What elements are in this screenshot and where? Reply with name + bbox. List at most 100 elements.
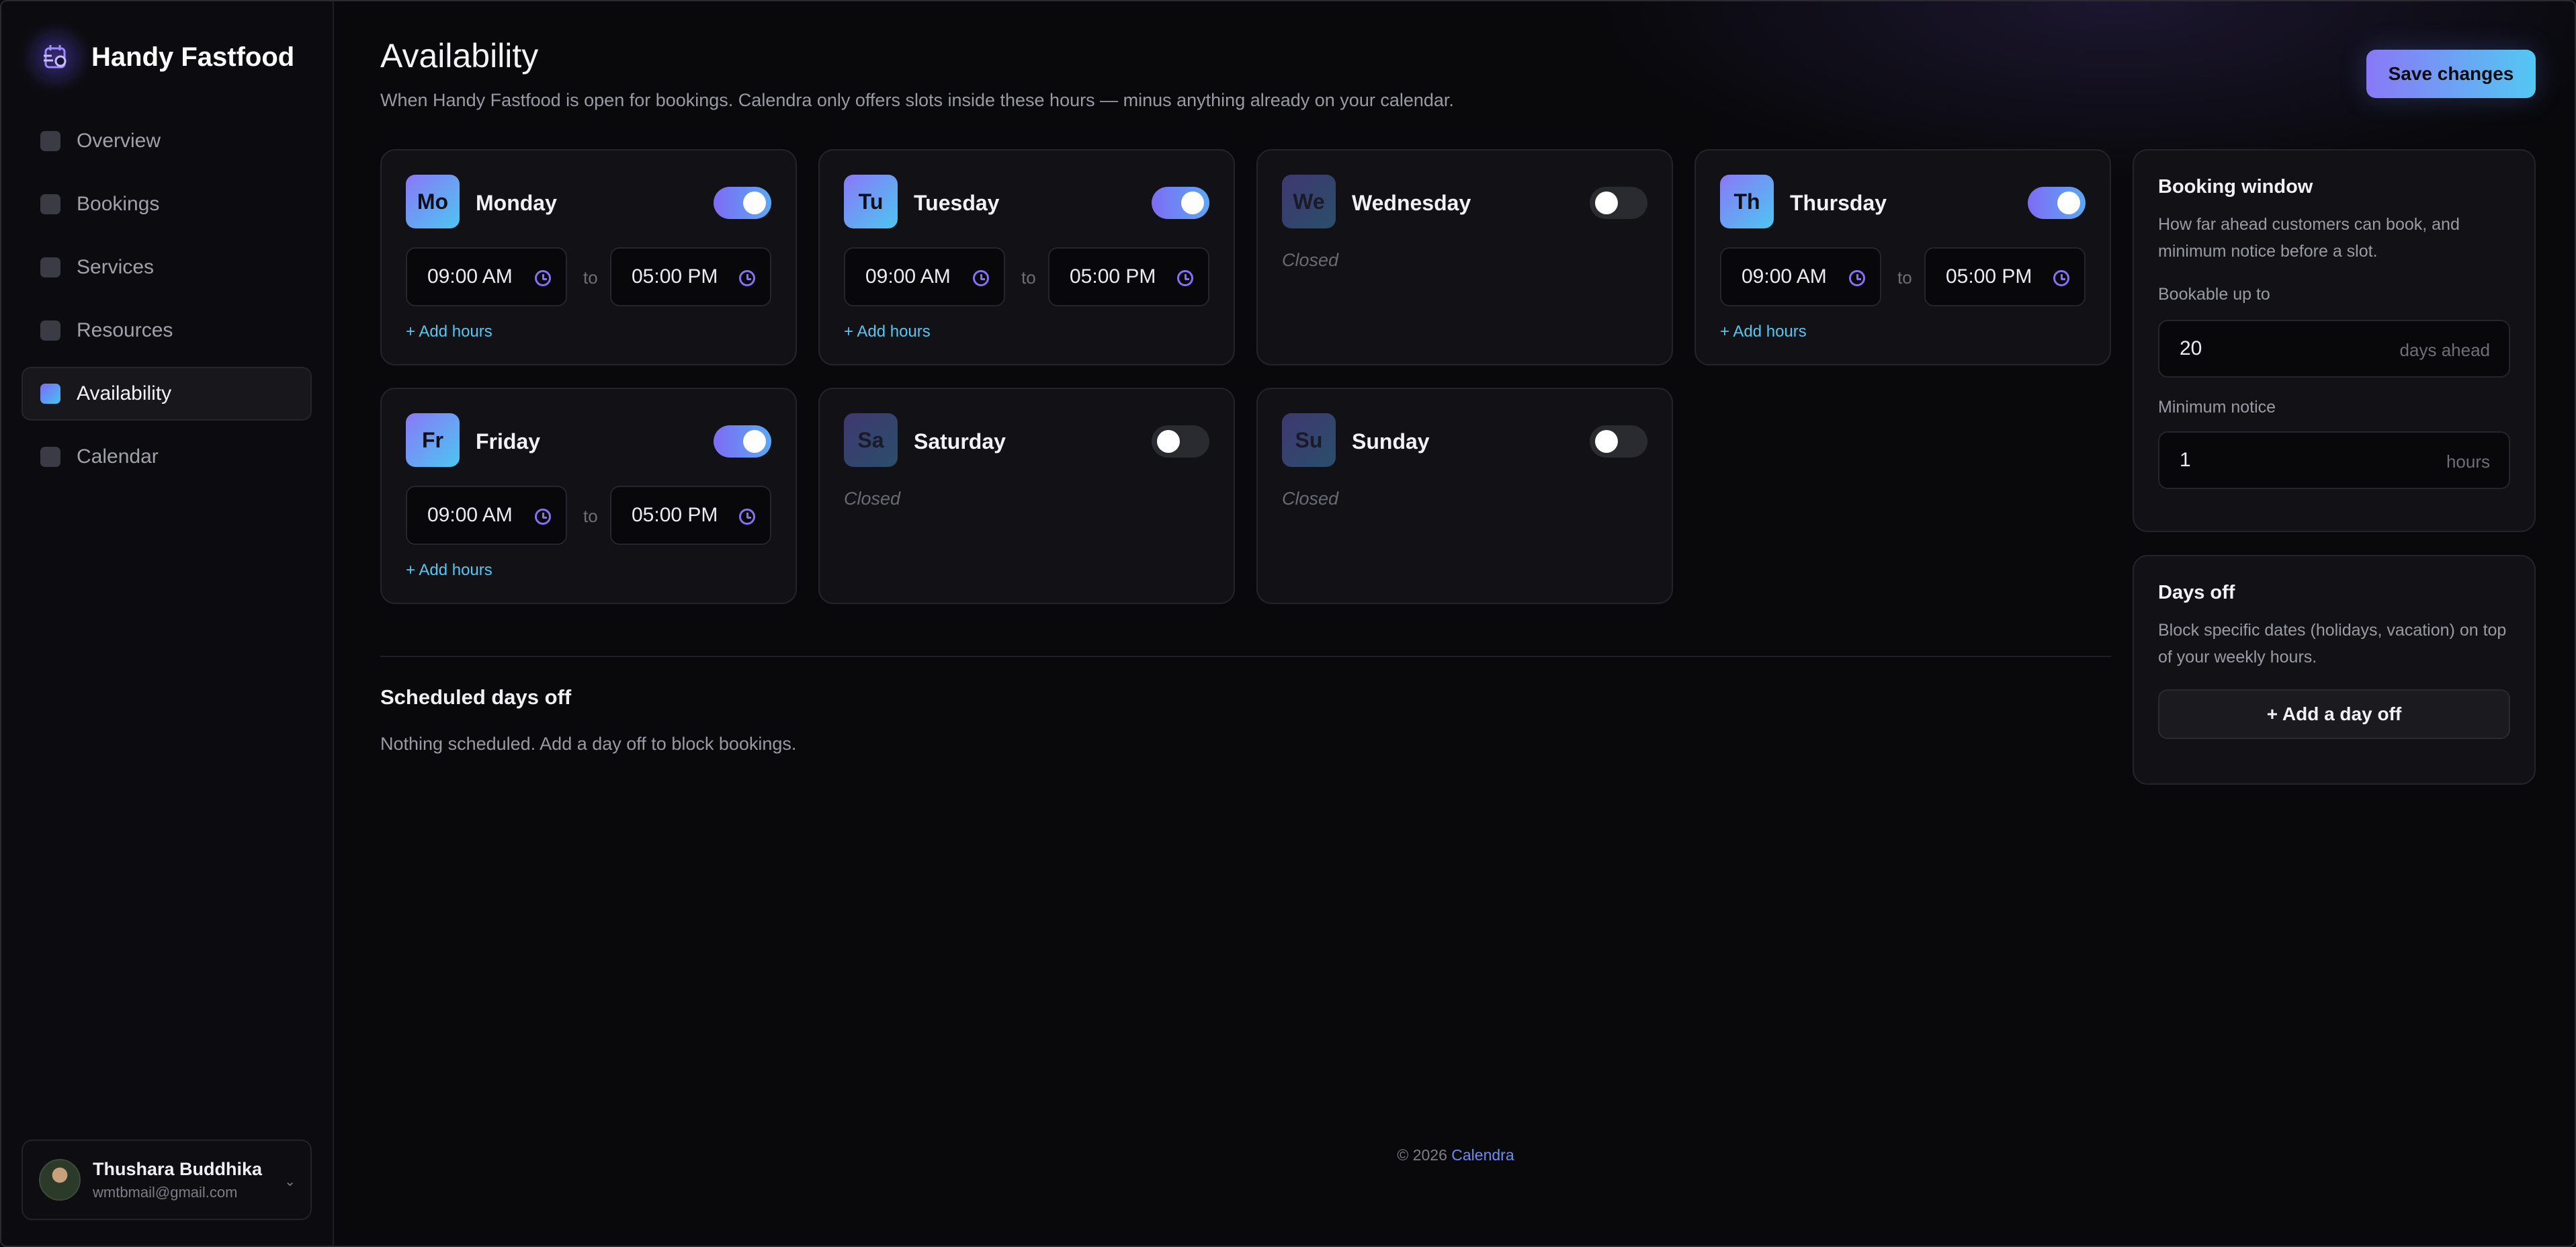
day-badge: Su (1282, 413, 1336, 467)
end-time-value: 05:00 PM (632, 504, 718, 526)
clock-icon[interactable] (739, 509, 755, 525)
brand[interactable]: Handy Fastfood (32, 34, 294, 81)
sidebar: Handy Fastfood Overview Bookings Service… (1, 1, 334, 1246)
sidebar-item-label: Overview (77, 130, 161, 152)
resources-icon (40, 320, 60, 341)
day-name: Saturday (914, 429, 1006, 454)
sidebar-item-calendar[interactable]: Calendar (22, 430, 312, 484)
save-changes-button[interactable]: Save changes (2366, 50, 2536, 98)
brand-logo-icon (32, 34, 79, 81)
sidebar-item-label: Availability (77, 382, 172, 404)
clock-icon[interactable] (973, 270, 989, 286)
footer-copyright: © 2026 (1397, 1146, 1447, 1164)
day-card-monday: Mo Monday 09:00 AM to 05:00 PM + Add hou… (380, 149, 797, 366)
day-badge: Mo (406, 175, 460, 228)
add-hours-link[interactable]: + Add hours (406, 561, 492, 580)
clock-icon[interactable] (535, 270, 551, 286)
start-time-input[interactable]: 09:00 AM (844, 247, 1005, 306)
start-time-input[interactable]: 09:00 AM (406, 486, 567, 545)
start-time-value: 09:00 AM (865, 265, 951, 288)
day-toggle-thursday[interactable] (2028, 187, 2086, 219)
day-name: Tuesday (914, 191, 1000, 215)
minimum-notice-suffix: hours (2446, 452, 2490, 472)
day-toggle-friday[interactable] (714, 425, 771, 458)
closed-label: Closed (1282, 250, 1339, 270)
sidebar-nav: Overview Bookings Services Resources Ava… (22, 114, 312, 493)
to-label: to (583, 267, 598, 288)
avatar (39, 1159, 81, 1201)
overview-icon (40, 131, 60, 151)
end-time-value: 05:00 PM (1946, 265, 2032, 288)
start-time-value: 09:00 AM (427, 504, 513, 526)
sidebar-item-overview[interactable]: Overview (22, 114, 312, 168)
sidebar-item-availability[interactable]: Availability (22, 367, 312, 421)
day-badge: We (1282, 175, 1336, 228)
bookable-days-value: 20 (2180, 337, 2202, 359)
bookable-days-suffix: days ahead (2399, 340, 2490, 360)
page-subtitle: When Handy Fastfood is open for bookings… (380, 90, 1454, 110)
booking-window-title: Booking window (2158, 176, 2313, 198)
sidebar-item-label: Calendar (77, 445, 159, 468)
calendar-icon (40, 447, 60, 467)
day-card-wednesday: We Wednesday Closed (1256, 149, 1673, 366)
add-hours-link[interactable]: + Add hours (1720, 322, 1807, 341)
start-time-value: 09:00 AM (1742, 265, 1827, 288)
clock-icon[interactable] (535, 509, 551, 525)
to-label: to (1897, 267, 1912, 288)
user-info: Thushara Buddhika wmtbmail@gmail.com (93, 1159, 262, 1201)
bookable-label: Bookable up to (2158, 285, 2270, 304)
minimum-notice-input[interactable]: 1 hours (2158, 431, 2510, 489)
days-off-desc: Block specific dates (holidays, vacation… (2158, 621, 2507, 666)
clock-icon[interactable] (739, 270, 755, 286)
clock-icon[interactable] (1177, 270, 1193, 286)
day-badge: Tu (844, 175, 898, 228)
add-hours-link[interactable]: + Add hours (406, 322, 492, 341)
sidebar-item-label: Resources (77, 319, 173, 341)
day-card-sunday: Su Sunday Closed (1256, 388, 1673, 604)
end-time-input[interactable]: 05:00 PM (610, 247, 771, 306)
start-time-input[interactable]: 09:00 AM (1720, 247, 1881, 306)
availability-icon (40, 384, 60, 404)
day-toggle-wednesday[interactable] (1590, 187, 1647, 219)
calendar-clock-icon (44, 45, 67, 69)
end-time-input[interactable]: 05:00 PM (610, 486, 771, 545)
day-card-friday: Fr Friday 09:00 AM to 05:00 PM + Add hou… (380, 388, 797, 604)
day-toggle-saturday[interactable] (1152, 425, 1209, 458)
day-card-tuesday: Tu Tuesday 09:00 AM to 05:00 PM + Add ho… (818, 149, 1235, 366)
day-toggle-sunday[interactable] (1590, 425, 1647, 458)
app-window: Handy Fastfood Overview Bookings Service… (0, 0, 2576, 1247)
scheduled-days-off-empty: Nothing scheduled. Add a day off to bloc… (380, 734, 797, 754)
days-off-card: Days off Block specific dates (holidays,… (2133, 555, 2536, 785)
day-name: Monday (476, 191, 557, 215)
brand-name: Handy Fastfood (91, 42, 295, 72)
days-off-title: Days off (2158, 582, 2235, 603)
bookings-icon (40, 194, 60, 214)
booking-window-card: Booking window How far ahead customers c… (2133, 149, 2536, 532)
end-time-input[interactable]: 05:00 PM (1924, 247, 2086, 306)
sidebar-item-resources[interactable]: Resources (22, 304, 312, 357)
start-time-input[interactable]: 09:00 AM (406, 247, 567, 306)
sidebar-item-services[interactable]: Services (22, 241, 312, 294)
clock-icon[interactable] (2053, 270, 2069, 286)
end-time-input[interactable]: 05:00 PM (1048, 247, 1209, 306)
add-day-off-button[interactable]: + Add a day off (2158, 689, 2510, 739)
closed-label: Closed (844, 488, 901, 509)
minimum-notice-value: 1 (2180, 449, 2191, 471)
day-toggle-tuesday[interactable] (1152, 187, 1209, 219)
bookable-days-input[interactable]: 20 days ahead (2158, 320, 2510, 378)
footer-brand-link[interactable]: Calendra (1451, 1146, 1514, 1164)
sidebar-item-label: Services (77, 256, 155, 278)
closed-label: Closed (1282, 488, 1339, 509)
chevron-down-icon[interactable]: ⌄ (284, 1173, 296, 1190)
sidebar-item-label: Bookings (77, 193, 160, 215)
sidebar-item-bookings[interactable]: Bookings (22, 177, 312, 231)
day-badge: Fr (406, 413, 460, 467)
day-toggle-monday[interactable] (714, 187, 771, 219)
day-badge: Sa (844, 413, 898, 467)
day-name: Thursday (1790, 191, 1887, 215)
to-label: to (583, 506, 598, 526)
clock-icon[interactable] (1849, 270, 1865, 286)
section-divider (380, 656, 2111, 657)
booking-window-desc: How far ahead customers can book, and mi… (2158, 215, 2460, 261)
add-hours-link[interactable]: + Add hours (844, 322, 931, 341)
